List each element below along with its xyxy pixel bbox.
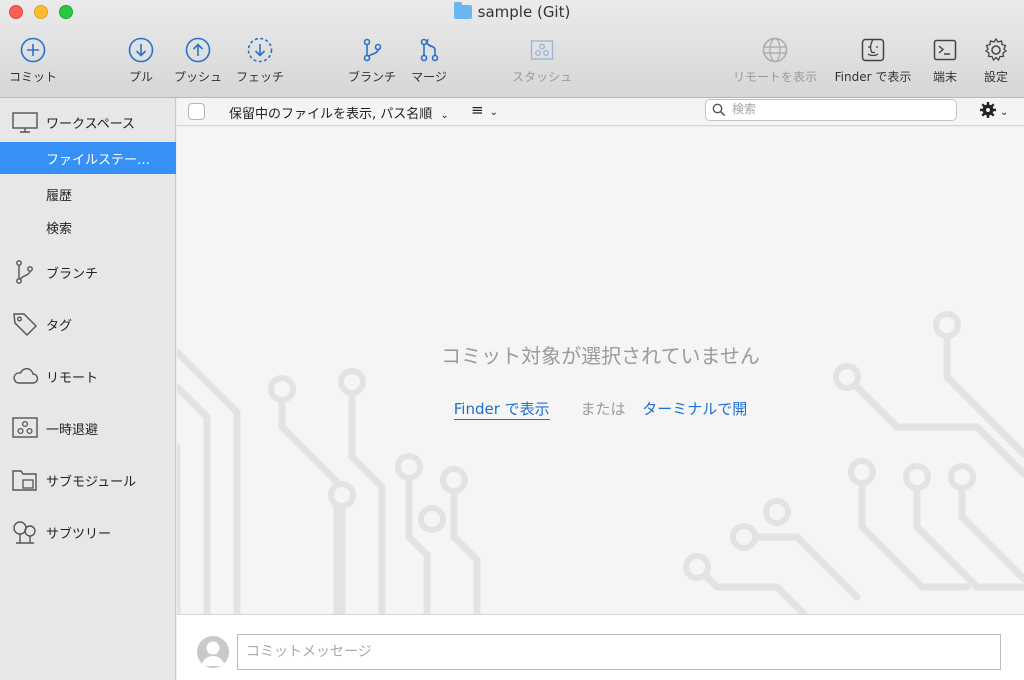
- arrow-down-circle-icon: [128, 37, 154, 63]
- empty-state-message: コミット対象が選択されていません: [441, 344, 760, 368]
- sidebar-item-label: サブモジュール: [46, 474, 137, 490]
- options-menu-button[interactable]: ⌄: [979, 101, 1008, 119]
- globe-icon: [762, 37, 788, 63]
- sidebar-item-workspace[interactable]: ワークスペース: [0, 106, 176, 138]
- sidebar-item-label: ブランチ: [46, 266, 99, 282]
- sidebar-item-label: サブツリー: [46, 526, 112, 542]
- chevron-down-icon: ⌄: [489, 107, 498, 118]
- show-remote-label: リモートを表示: [732, 70, 817, 84]
- stash-button[interactable]: スタッシュ: [506, 36, 578, 85]
- sidebar-item-tags[interactable]: タグ: [0, 308, 176, 340]
- chevron-down-icon: ⌄: [1000, 107, 1009, 118]
- select-all-checkbox[interactable]: [188, 103, 205, 120]
- circuit-background: [177, 311, 1024, 614]
- pull-label: プル: [128, 70, 153, 84]
- sidebar-item-submodules[interactable]: サブモジュール: [0, 464, 176, 496]
- settings-button[interactable]: 設定: [978, 36, 1014, 85]
- search-icon: [712, 103, 726, 117]
- plus-circle-icon: [20, 37, 46, 63]
- sidebar-item-remotes[interactable]: リモート: [0, 360, 176, 392]
- window-title: sample (Git): [0, 2, 1024, 21]
- monitor-icon: [12, 112, 38, 133]
- commit-message-bar: [177, 614, 1024, 680]
- sidebar-item-label: 検索: [46, 221, 73, 237]
- folder-icon: [453, 2, 472, 19]
- user-icon: [201, 641, 225, 666]
- list-icon: ≡: [471, 101, 484, 119]
- push-label: プッシュ: [173, 70, 222, 84]
- merge-label: マージ: [411, 70, 447, 84]
- merge-button[interactable]: マージ: [406, 36, 452, 85]
- branch-button[interactable]: ブランチ: [344, 36, 400, 85]
- terminal-button[interactable]: 端末: [927, 36, 963, 85]
- fetch-button[interactable]: フェッチ: [232, 36, 288, 85]
- fetch-dashed-circle-icon: [247, 37, 273, 63]
- avatar: [197, 636, 229, 668]
- terminal-label: 端末: [932, 70, 957, 84]
- sidebar-item-branches[interactable]: ブランチ: [0, 256, 176, 288]
- sidebar-item-history[interactable]: 履歴: [0, 178, 176, 210]
- tag-icon: [13, 313, 37, 336]
- finder-label: Finder で表示: [834, 70, 912, 84]
- sidebar-item-label: ファイルステー…: [46, 152, 151, 168]
- gear-icon: [984, 37, 1008, 62]
- sidebar-item-file-status[interactable]: ファイルステー…: [0, 142, 176, 174]
- search-input[interactable]: [732, 102, 952, 116]
- or-separator: または: [580, 400, 626, 418]
- file-filter-dropdown[interactable]: 保留中のファイルを表示, パス名順 ⌄: [229, 103, 449, 122]
- view-mode-dropdown[interactable]: ≡ ⌄: [471, 101, 498, 119]
- sidebar-item-label: 一時退避: [46, 422, 99, 438]
- open-in-terminal-link[interactable]: ターミナルで開: [642, 400, 747, 418]
- branch-icon: [16, 260, 33, 284]
- tree-icon: [13, 521, 36, 544]
- sidebar-item-label: ワークスペース: [46, 116, 136, 132]
- push-button[interactable]: プッシュ: [170, 36, 226, 85]
- branch-label: ブランチ: [347, 70, 396, 84]
- arrow-up-circle-icon: [185, 37, 211, 63]
- terminal-icon: [933, 39, 957, 61]
- submodule-icon: [12, 470, 37, 491]
- branch-icon: [363, 38, 382, 62]
- commit-message-input[interactable]: [237, 634, 1001, 670]
- sidebar-item-search[interactable]: 検索: [0, 211, 176, 243]
- commit-button[interactable]: コミット: [6, 36, 60, 85]
- search-field[interactable]: [705, 99, 957, 121]
- chevron-down-icon: ⌄: [440, 110, 449, 121]
- finder-icon: [861, 38, 885, 62]
- pull-button[interactable]: プル: [120, 36, 162, 85]
- show-in-finder-link[interactable]: Finder で表示: [453, 400, 550, 420]
- gear-icon: [980, 102, 996, 118]
- file-filter-label: 保留中のファイルを表示, パス名順: [229, 107, 433, 122]
- sidebar-item-subtrees[interactable]: サブツリー: [0, 516, 176, 548]
- empty-state-actions: Finder で表示 または ターミナルで開: [177, 398, 1024, 420]
- fetch-label: フェッチ: [235, 70, 284, 84]
- commit-label: コミット: [8, 70, 57, 84]
- merge-icon: [420, 38, 439, 62]
- stash-icon: [12, 417, 38, 438]
- sidebar: ワークスペース ファイルステー… 履歴 検索 ブランチ タグ リモート 一時退避…: [0, 98, 176, 680]
- sidebar-item-label: 履歴: [46, 188, 73, 204]
- sidebar-item-label: リモート: [46, 370, 99, 386]
- file-status-panel: コミット対象が選択されていません Finder で表示 または ターミナルで開: [177, 127, 1024, 614]
- settings-label: 設定: [983, 70, 1008, 84]
- toolbar: sample (Git) コミット プル プッシュ フェッチ ブランチ マージ …: [0, 0, 1024, 98]
- cloud-icon: [13, 368, 39, 384]
- stash-label: スタッシュ: [511, 70, 572, 84]
- sidebar-item-label: タグ: [46, 318, 73, 334]
- sidebar-item-stashes[interactable]: 一時退避: [0, 412, 176, 444]
- show-remote-button[interactable]: リモートを表示: [727, 36, 823, 85]
- file-filter-bar: 保留中のファイルを表示, パス名順 ⌄ ≡⌄ ⌄: [177, 98, 1024, 126]
- stash-icon: [530, 40, 554, 60]
- show-in-finder-button[interactable]: Finder で表示: [828, 36, 918, 85]
